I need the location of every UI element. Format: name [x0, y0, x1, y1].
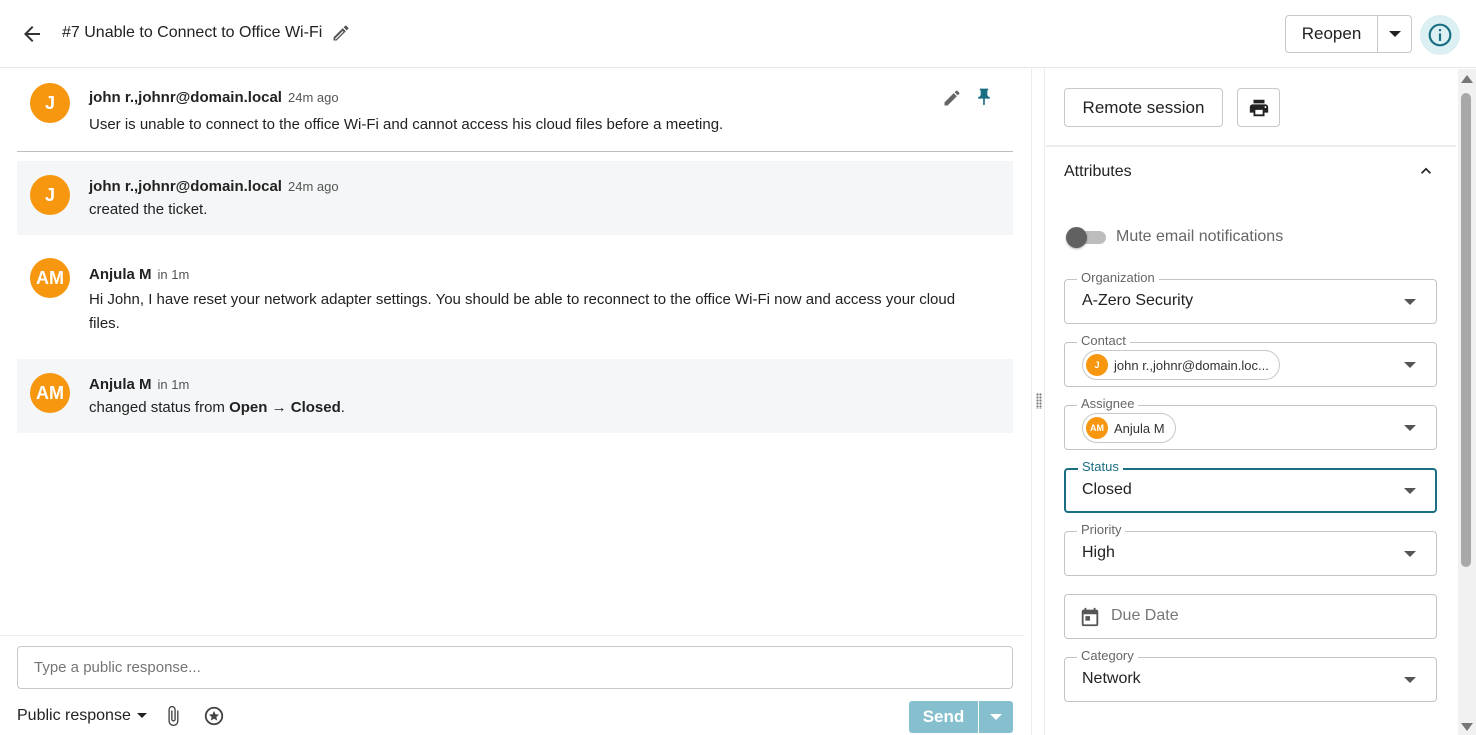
edit-title-icon[interactable]: [331, 23, 351, 43]
message-body: Hi John, I have reset your network adapt…: [89, 291, 956, 332]
send-menu-button[interactable]: [978, 701, 1013, 733]
scroll-up-icon[interactable]: [1461, 75, 1473, 83]
status-from: Open: [229, 399, 268, 416]
ticket-header: #7 Unable to Connect to Office Wi-Fi Reo…: [0, 0, 1476, 68]
mute-notifications-toggle[interactable]: Mute email notifications: [1064, 227, 1284, 248]
message-item: J john r.,johnr@domain.local 24m ago User…: [17, 69, 1013, 151]
contact-chip[interactable]: J john r.,johnr@domain.loc...: [1082, 350, 1280, 380]
field-value: High: [1082, 544, 1115, 561]
drag-handle-icon: [1036, 393, 1042, 409]
message-body: created the ticket.: [89, 201, 208, 218]
field-label: Category: [1077, 649, 1138, 663]
message-body: User is unable to connect to the office …: [89, 116, 724, 133]
chevron-up-icon[interactable]: [1416, 161, 1436, 181]
message-body: changed status from Open → Closed.: [89, 399, 345, 416]
divider: [0, 635, 1024, 636]
reopen-button[interactable]: Reopen: [1285, 15, 1378, 53]
message-time: in 1m: [157, 377, 190, 392]
field-label: Status: [1078, 460, 1123, 474]
response-input[interactable]: [17, 646, 1013, 689]
reopen-button-group: Reopen: [1285, 15, 1412, 53]
message-time: in 1m: [157, 267, 190, 282]
back-arrow-icon[interactable]: [20, 22, 44, 46]
activity-item: AM Anjula Min 1m changed status from Ope…: [17, 359, 1013, 433]
send-button-group: Send: [909, 701, 1013, 733]
avatar: AM: [30, 258, 70, 298]
organization-select[interactable]: Organization A-Zero Security: [1064, 271, 1437, 324]
remote-session-button[interactable]: Remote session: [1064, 88, 1223, 127]
send-button[interactable]: Send: [909, 701, 978, 733]
caret-down-icon: [1404, 488, 1416, 494]
due-date-placeholder: Due Date: [1111, 607, 1179, 624]
status-select[interactable]: Status Closed: [1064, 460, 1437, 513]
contact-select[interactable]: Contact J john r.,johnr@domain.loc...: [1064, 334, 1437, 387]
avatar: J: [30, 175, 70, 215]
assignee-select[interactable]: Assignee AM Anjula M: [1064, 397, 1437, 450]
response-type-select[interactable]: Public response: [17, 707, 147, 725]
divider: [1046, 145, 1456, 147]
pane-resize-handle[interactable]: [1031, 69, 1045, 735]
toggle-switch[interactable]: [1064, 227, 1108, 248]
attributes-heading: Attributes: [1064, 163, 1132, 180]
status-to: Closed: [290, 399, 341, 416]
ai-sparkle-icon[interactable]: [203, 705, 225, 727]
assignee-chip[interactable]: AM Anjula M: [1082, 413, 1176, 443]
scroll-down-icon[interactable]: [1461, 723, 1473, 731]
priority-select[interactable]: Priority High: [1064, 523, 1437, 576]
field-value: A-Zero Security: [1082, 292, 1194, 309]
caret-down-icon: [990, 713, 1002, 720]
message-author: Anjula Min 1m: [89, 266, 190, 283]
field-label: Assignee: [1077, 397, 1139, 411]
calendar-icon: [1081, 607, 1099, 627]
message-author: john r.,johnr@domain.local 24m ago: [89, 89, 339, 106]
message-author: john r.,johnr@domain.local 24m ago: [89, 178, 339, 195]
caret-down-icon: [1388, 31, 1401, 37]
field-value: Network: [1082, 670, 1141, 687]
field-value: Closed: [1082, 481, 1132, 498]
caret-down-icon: [1404, 551, 1416, 557]
reopen-menu-button[interactable]: [1378, 15, 1412, 53]
sidebar-scrollbar[interactable]: [1458, 69, 1476, 735]
message-author: Anjula Min 1m: [89, 376, 190, 393]
message-time: 24m ago: [287, 90, 339, 105]
avatar: J: [30, 83, 70, 123]
avatar: AM: [30, 373, 70, 413]
category-select[interactable]: Category Network: [1064, 649, 1437, 702]
field-label: Organization: [1077, 271, 1159, 285]
field-label: Priority: [1077, 523, 1126, 537]
edit-message-icon[interactable]: [942, 88, 962, 108]
info-icon: [1428, 23, 1452, 47]
due-date-input[interactable]: Due Date: [1064, 594, 1437, 639]
printer-icon: [1249, 99, 1268, 116]
avatar: J: [1086, 354, 1108, 376]
message-item: AM Anjula Min 1m Hi John, I have reset y…: [17, 253, 1013, 343]
divider: [17, 151, 1013, 152]
info-button[interactable]: [1420, 15, 1460, 55]
activity-item: J john r.,johnr@domain.local 24m ago crea…: [17, 161, 1013, 235]
field-label: Contact: [1077, 334, 1130, 348]
paperclip-icon[interactable]: [162, 705, 184, 727]
ticket-title: #7 Unable to Connect to Office Wi-Fi: [62, 24, 323, 41]
scrollbar-thumb[interactable]: [1461, 93, 1471, 567]
caret-down-icon: [1404, 677, 1416, 683]
caret-down-icon: [1404, 299, 1416, 305]
message-time: 24m ago: [287, 179, 339, 194]
caret-down-icon: [136, 713, 147, 718]
pin-icon[interactable]: [974, 87, 994, 107]
conversation-pane: J john r.,johnr@domain.local 24m ago User…: [0, 69, 1031, 735]
ticket-sidebar: Remote session Attributes Mute email not…: [1046, 69, 1456, 735]
mute-label: Mute email notifications: [1116, 228, 1284, 245]
caret-down-icon: [1404, 425, 1416, 431]
print-button[interactable]: [1237, 88, 1280, 127]
caret-down-icon: [1404, 362, 1416, 368]
avatar: AM: [1086, 417, 1108, 439]
